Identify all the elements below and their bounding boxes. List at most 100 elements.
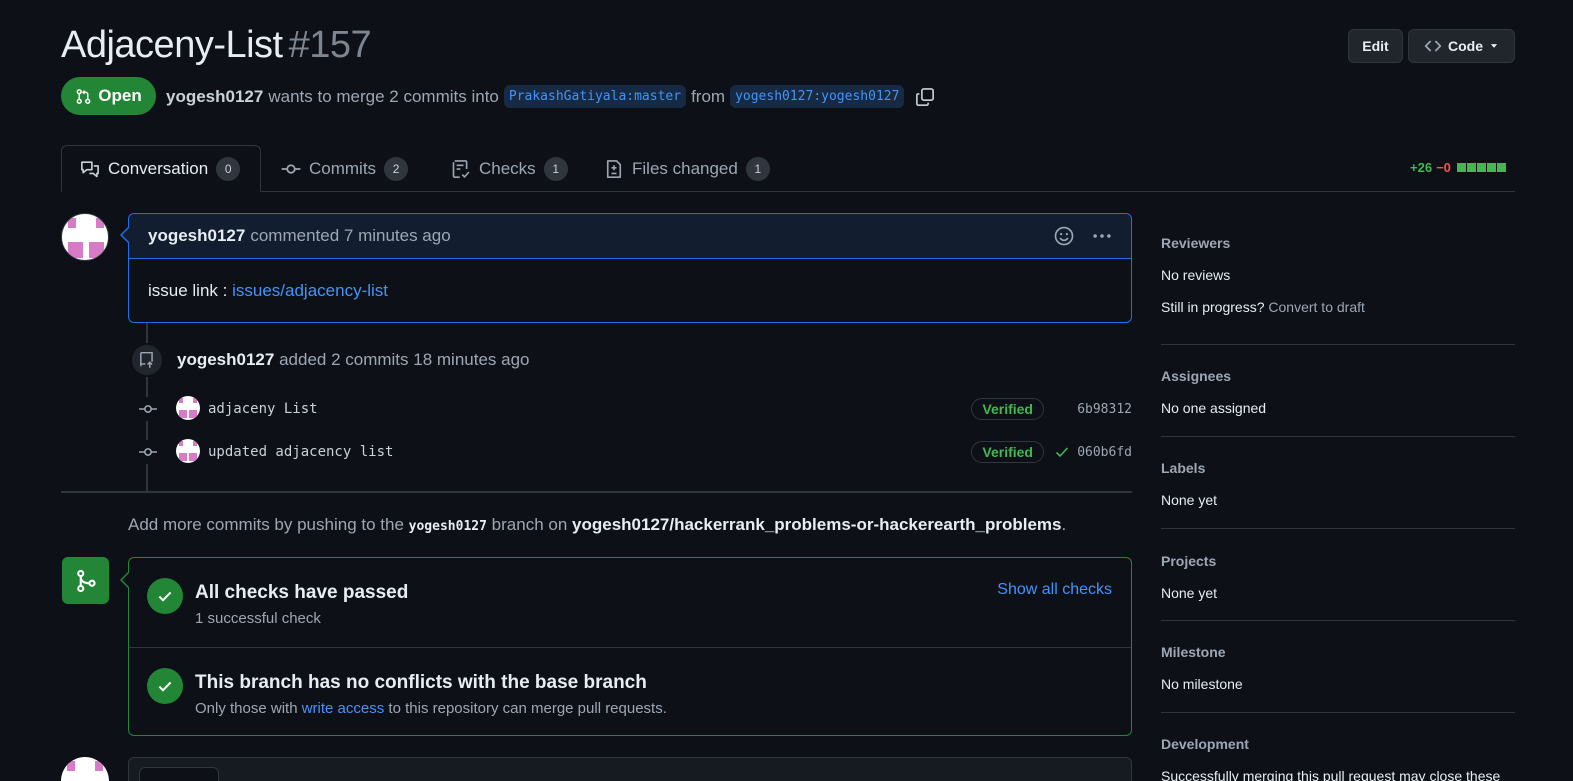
timeline-divider	[61, 491, 1132, 493]
repo-push-icon	[130, 343, 164, 377]
milestone-value: No milestone	[1161, 676, 1243, 692]
checks-status-row: All checks have passed 1 successful chec…	[129, 558, 1131, 647]
kebab-horizontal-icon[interactable]	[1092, 226, 1112, 246]
issue-link[interactable]: issues/adjacency-list	[232, 281, 388, 300]
push-note-suffix: .	[1061, 515, 1067, 534]
sidebar-divider	[1161, 344, 1515, 345]
pr-meta: yogesh0127 wants to merge 2 commits into…	[166, 85, 935, 108]
comment-author[interactable]: yogesh0127	[148, 226, 245, 246]
smiley-icon[interactable]	[1054, 226, 1074, 246]
comment-body-prefix: issue link :	[148, 281, 228, 300]
check-circle-icon	[147, 578, 183, 614]
pr-number: #157	[288, 24, 372, 66]
tab-conversation-label: Conversation	[108, 158, 209, 178]
sidebar-assignees: Assignees No one assigned	[1161, 368, 1515, 416]
assignees-value: No one assigned	[1161, 400, 1267, 416]
development-value: Successfully merging this pull request m…	[1161, 768, 1501, 781]
git-commit-icon	[136, 440, 160, 464]
reviewers-heading[interactable]: Reviewers	[1161, 235, 1515, 251]
sidebar-divider	[1161, 620, 1515, 621]
sidebar-divider	[1161, 436, 1515, 437]
diffstat-deletions: −0	[1436, 160, 1451, 175]
labels-value: None yet	[1161, 492, 1218, 508]
commit-sha-link[interactable]: 6b98312	[1077, 402, 1132, 417]
tab-checks[interactable]: Checks 1	[433, 145, 586, 192]
sidebar-milestone: Milestone No milestone	[1161, 644, 1515, 692]
sidebar-divider	[1161, 528, 1515, 529]
sidebar-reviewers: Reviewers No reviews Still in progress? …	[1161, 235, 1515, 315]
draft-prompt: Still in progress? Convert to draft	[1161, 299, 1515, 315]
merge-arrow-inner	[122, 573, 129, 587]
milestone-heading[interactable]: Milestone	[1161, 644, 1515, 660]
code-button[interactable]: Code	[1408, 29, 1515, 63]
pr-author-link[interactable]: yogesh0127	[166, 87, 263, 107]
check-circle-icon	[147, 668, 183, 704]
code-icon	[1424, 40, 1442, 52]
verified-badge[interactable]: Verified	[971, 441, 1044, 463]
tab-checks-label: Checks	[479, 158, 536, 178]
push-note-middle: branch on	[491, 515, 568, 534]
commit-message-link[interactable]: updated adjacency list	[208, 444, 393, 460]
commit-row: adjaceny List Verified 6b98312	[136, 396, 1132, 422]
tab-files-changed[interactable]: Files changed 1	[586, 145, 788, 192]
tab-conversation-count: 0	[216, 156, 241, 181]
show-all-checks-link[interactable]: Show all checks	[997, 581, 1112, 599]
comment-body: issue link : issues/adjacency-list	[129, 259, 1131, 323]
tab-conversation[interactable]: Conversation 0	[61, 145, 261, 192]
base-branch-label[interactable]: PrakashGatiyala:master	[503, 85, 687, 108]
conflicts-status-row: This branch has no conflicts with the ba…	[129, 647, 1131, 736]
comment-action: commented 7 minutes ago	[250, 226, 451, 245]
pr-title-text: Adjaceny-List	[61, 24, 283, 66]
labels-heading[interactable]: Labels	[1161, 460, 1515, 476]
file-diff-icon	[606, 159, 622, 178]
commit-row: updated adjacency list Verified 060b6fd	[136, 439, 1132, 465]
head-branch-label[interactable]: yogesh0127:yogesh0127	[730, 85, 905, 108]
edit-button[interactable]: Edit	[1348, 29, 1403, 63]
conflicts-subtitle: Only those with write access to this rep…	[195, 700, 667, 717]
tab-commits-count: 2	[384, 156, 409, 181]
checks-subtitle: 1 successful check	[195, 610, 321, 627]
avatar[interactable]	[176, 439, 200, 463]
tab-commits-label: Commits	[309, 158, 377, 178]
pr-state-badge: Open	[61, 77, 156, 115]
avatar[interactable]	[176, 396, 200, 420]
push-note-branch: yogesh0127	[408, 519, 487, 534]
check-icon[interactable]	[1054, 444, 1070, 460]
conflicts-sub-suffix: to this repository can merge pull reques…	[388, 700, 667, 717]
git-merge-icon	[62, 557, 109, 604]
projects-heading[interactable]: Projects	[1161, 553, 1515, 569]
commit-sha-link[interactable]: 060b6fd	[1077, 445, 1132, 460]
sidebar-labels: Labels None yet	[1161, 460, 1515, 508]
pr-state-label: Open	[98, 86, 142, 105]
draft-prompt-text: Still in progress?	[1161, 299, 1265, 315]
repo-link[interactable]: yogesh0127/hackerrank_problems-or-hacker…	[572, 515, 1061, 534]
merge-box: All checks have passed 1 successful chec…	[128, 557, 1132, 736]
event-author[interactable]: yogesh0127	[177, 350, 274, 369]
sidebar-divider	[1161, 712, 1515, 713]
verified-badge[interactable]: Verified	[971, 398, 1044, 420]
convert-to-draft-link[interactable]: Convert to draft	[1268, 299, 1365, 315]
commit-message-link[interactable]: adjaceny List	[208, 401, 318, 417]
write-access-link[interactable]: write access	[302, 700, 385, 717]
assignees-heading[interactable]: Assignees	[1161, 368, 1515, 384]
pr-from-text: from	[691, 86, 726, 106]
comment-header: yogesh0127 commented 7 minutes ago	[129, 214, 1131, 259]
tab-files-label: Files changed	[632, 158, 738, 178]
development-heading[interactable]: Development	[1161, 736, 1515, 752]
git-commit-icon	[136, 397, 160, 421]
pr-title: Adjaceny-List #157	[61, 24, 372, 67]
tab-checks-count: 1	[543, 156, 568, 181]
comment-discussion-icon	[81, 160, 99, 177]
git-commit-icon	[281, 163, 301, 174]
pr-merge-text: wants to merge 2 commits into	[268, 86, 499, 106]
triangle-down-icon	[1490, 44, 1498, 48]
diffstat: +26 −0	[1410, 160, 1506, 175]
checks-title: All checks have passed	[195, 582, 409, 603]
copy-icon[interactable]	[915, 87, 935, 107]
tab-commits[interactable]: Commits 2	[263, 145, 426, 192]
write-tab[interactable]	[139, 767, 219, 781]
edit-button-label: Edit	[1362, 38, 1389, 54]
avatar[interactable]	[61, 213, 109, 261]
avatar[interactable]	[61, 757, 109, 781]
new-comment-box	[128, 757, 1132, 781]
